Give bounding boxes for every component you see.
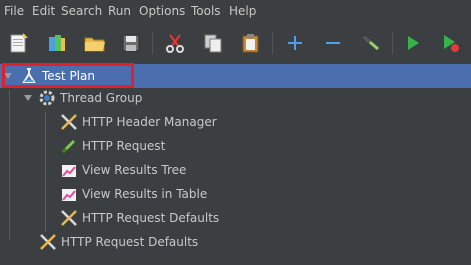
tree-node-label: HTTP Request Defaults: [82, 211, 220, 225]
tree-node-http-header-manager[interactable]: HTTP Header Manager: [60, 111, 217, 133]
wrench-screwdriver-icon: [60, 113, 78, 131]
save-button[interactable]: [118, 30, 144, 56]
start-button[interactable]: [400, 30, 426, 56]
gear-icon: [38, 89, 56, 107]
start-no-pauses-button[interactable]: [438, 30, 464, 56]
collapse-icon: [326, 42, 340, 44]
expand-icon: [288, 36, 302, 50]
tree-node-view-results-tree[interactable]: View Results Tree: [60, 159, 186, 181]
tree-node-http-request-defaults[interactable]: HTTP Request Defaults: [60, 207, 219, 229]
copy-icon: [204, 34, 222, 53]
paste-icon: [242, 34, 259, 53]
toolbar-separator: [392, 32, 393, 54]
pipette-icon: [60, 137, 78, 155]
tree-node-label: View Results in Table: [82, 187, 208, 201]
tree-node-label: HTTP Request: [82, 139, 166, 153]
open-button[interactable]: [82, 30, 108, 56]
start-no-pauses-icon: [444, 35, 459, 52]
paste-button[interactable]: [238, 30, 264, 56]
menu-search[interactable]: Search: [61, 4, 102, 18]
wrench-screwdriver-icon: [39, 233, 57, 251]
templates-icon: [49, 35, 65, 51]
annotation-highlight-box: [2, 63, 134, 88]
expand-triangle-icon[interactable]: [24, 95, 32, 101]
tree-connector-line: [9, 90, 10, 240]
tree-node-view-results-in-table[interactable]: View Results in Table: [60, 183, 207, 205]
new-button[interactable]: [6, 30, 32, 56]
graph-icon: [60, 161, 78, 179]
save-icon: [122, 34, 140, 52]
open-icon: [84, 37, 105, 52]
tree-node-http-request[interactable]: HTTP Request: [60, 135, 165, 157]
new-icon: [10, 33, 28, 53]
tree-node-thread-group[interactable]: Thread Group: [24, 87, 142, 109]
cut-button[interactable]: [162, 30, 188, 56]
wrench-screwdriver-icon: [60, 209, 78, 227]
toggle-icon: [363, 35, 379, 51]
expand-button[interactable]: [282, 30, 308, 56]
menu-edit[interactable]: Edit: [32, 4, 55, 18]
copy-button[interactable]: [200, 30, 226, 56]
graph-icon: [60, 185, 78, 203]
test-plan-tree: Test Plan Thread Group HTTP Header Manag…: [0, 62, 471, 265]
start-icon: [408, 36, 419, 50]
menu-bar: File Edit Search Run Options Tools Help: [0, 0, 471, 22]
toolbar-separator: [272, 32, 273, 54]
templates-button[interactable]: [44, 30, 70, 56]
menu-help[interactable]: Help: [229, 4, 256, 18]
menu-file[interactable]: File: [4, 4, 24, 18]
toggle-button[interactable]: [358, 30, 384, 56]
collapse-button[interactable]: [320, 30, 346, 56]
tree-node-http-request-defaults-top-level[interactable]: HTTP Request Defaults: [39, 231, 198, 253]
tree-node-label: HTTP Request Defaults: [61, 235, 199, 249]
menu-run[interactable]: Run: [108, 4, 131, 18]
tree-node-label: HTTP Header Manager: [82, 115, 217, 129]
tree-node-label: Thread Group: [60, 91, 143, 105]
tree-connector-line: [45, 112, 46, 232]
menu-tools[interactable]: Tools: [191, 4, 221, 18]
toolbar-separator: [152, 32, 153, 54]
cut-icon: [166, 34, 184, 53]
tree-node-label: View Results Tree: [82, 163, 187, 177]
toolbar: [0, 24, 471, 62]
menu-options[interactable]: Options: [139, 4, 185, 18]
